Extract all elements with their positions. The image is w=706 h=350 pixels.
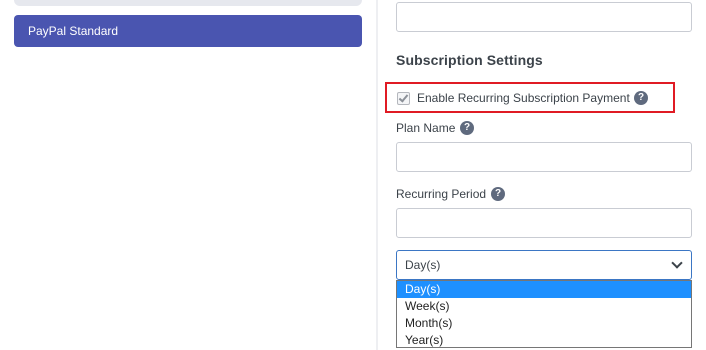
checkmark-icon	[398, 92, 409, 103]
select-current-value: Day(s)	[405, 258, 441, 272]
gateway-sidebar: PayPal Standard	[0, 0, 376, 350]
recurring-period-select[interactable]: Day(s)	[396, 250, 692, 280]
question-help-icon[interactable]: ?	[634, 91, 648, 105]
top-text-input[interactable]	[396, 2, 692, 32]
chevron-down-icon	[671, 257, 683, 269]
plan-name-input[interactable]	[396, 142, 692, 172]
option-day[interactable]: Day(s)	[397, 281, 691, 298]
question-help-icon[interactable]: ?	[460, 121, 474, 135]
recurring-period-label: Recurring Period	[396, 187, 487, 201]
gateway-item-previous[interactable]	[14, 0, 362, 6]
plan-name-label: Plan Name	[396, 121, 456, 135]
gateway-item-paypal-standard[interactable]: PayPal Standard	[14, 15, 362, 47]
enable-recurring-checkbox[interactable]	[397, 92, 410, 105]
option-year[interactable]: Year(s)	[397, 332, 691, 347]
question-help-icon[interactable]: ?	[491, 187, 505, 201]
enable-recurring-label: Enable Recurring Subscription Payment	[417, 91, 630, 105]
settings-panel: Subscription Settings Enable Recurring S…	[378, 0, 706, 350]
option-month[interactable]: Month(s)	[397, 315, 691, 332]
recurring-period-options: Day(s) Week(s) Month(s) Year(s)	[396, 280, 692, 348]
option-week[interactable]: Week(s)	[397, 298, 691, 315]
subscription-settings-heading: Subscription Settings	[396, 52, 543, 68]
recurring-period-input[interactable]	[396, 208, 692, 238]
